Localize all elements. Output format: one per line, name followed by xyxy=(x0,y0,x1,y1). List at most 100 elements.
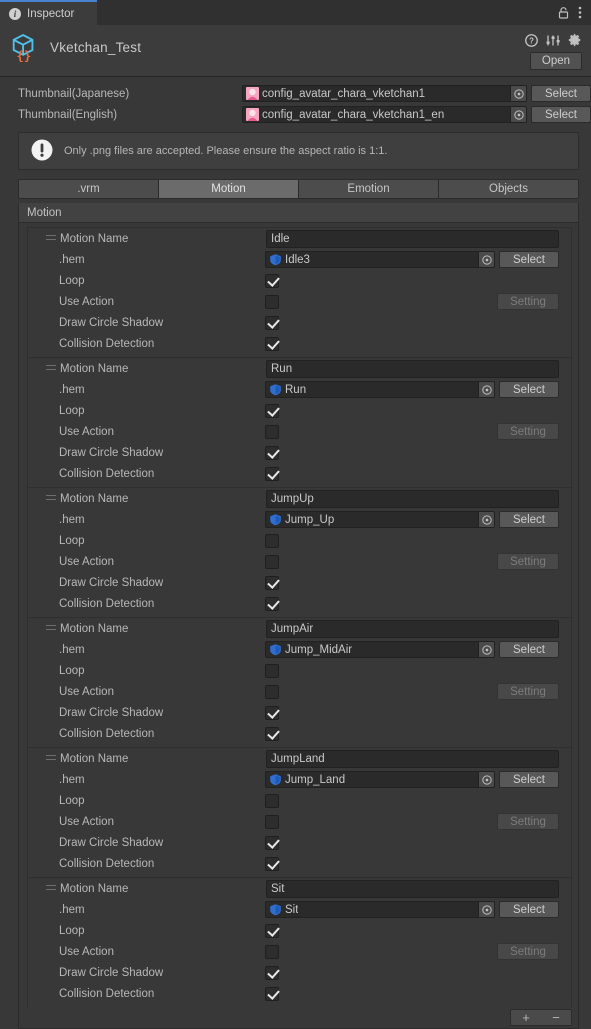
motion-name-input[interactable]: Idle xyxy=(266,229,559,248)
object-picker-icon[interactable] xyxy=(478,382,494,397)
lock-icon[interactable] xyxy=(558,6,569,19)
drag-handle-icon[interactable] xyxy=(46,364,59,373)
hem-select-button[interactable]: Select xyxy=(499,381,559,398)
collision-detection-label: Collision Detection xyxy=(59,857,155,870)
tab-vrm[interactable]: .vrm xyxy=(19,180,159,198)
setting-button[interactable]: Setting xyxy=(497,423,559,440)
tab-inspector-label: Inspector xyxy=(27,7,75,20)
hem-select-button[interactable]: Select xyxy=(499,641,559,658)
hem-value: Jump_Up xyxy=(285,513,335,526)
select-label: Select xyxy=(545,87,577,100)
use-action-row: Use Action Setting xyxy=(28,811,571,832)
object-picker-icon[interactable] xyxy=(478,772,494,787)
hem-objectfield[interactable]: Run xyxy=(265,381,495,398)
thumbnail-japanese-select-button[interactable]: Select xyxy=(531,85,591,102)
tab-objects[interactable]: Objects xyxy=(439,180,578,198)
hem-select-button[interactable]: Select xyxy=(499,901,559,918)
kebab-menu-icon[interactable] xyxy=(578,6,582,19)
collision-detection-checkbox[interactable] xyxy=(265,596,279,611)
collision-detection-checkbox[interactable] xyxy=(265,336,279,351)
setting-button[interactable]: Setting xyxy=(497,683,559,700)
collision-detection-checkbox[interactable] xyxy=(265,466,279,481)
object-picker-icon[interactable] xyxy=(478,902,494,917)
loop-checkbox[interactable] xyxy=(265,273,279,288)
draw-circle-shadow-checkbox[interactable] xyxy=(265,575,279,590)
drag-handle-icon[interactable] xyxy=(46,754,59,763)
thumbnail-english-row: Thumbnail(English) config_avatar_chara_v… xyxy=(0,104,591,125)
hem-select-button[interactable]: Select xyxy=(499,511,559,528)
draw-circle-shadow-checkbox[interactable] xyxy=(265,705,279,720)
motion-name-input[interactable]: Sit xyxy=(266,879,559,898)
hem-row: .hem Run Select xyxy=(28,379,571,400)
thumbnail-english-objectfield[interactable]: config_avatar_chara_vketchan1_en xyxy=(242,106,527,123)
loop-checkbox[interactable] xyxy=(265,923,279,938)
use-action-checkbox[interactable] xyxy=(265,684,279,699)
tab-inspector[interactable]: i Inspector xyxy=(0,0,97,25)
tab-emotion[interactable]: Emotion xyxy=(299,180,439,198)
draw-circle-shadow-checkbox[interactable] xyxy=(265,965,279,980)
animation-clip-icon xyxy=(270,514,281,526)
loop-checkbox[interactable] xyxy=(265,533,279,548)
hem-row: .hem Idle3 Select xyxy=(28,249,571,270)
drag-handle-icon[interactable] xyxy=(46,884,59,893)
motion-list-item: Motion Name JumpAir .hem Jump_MidAir Sel… xyxy=(27,617,572,747)
hem-objectfield[interactable]: Idle3 xyxy=(265,251,495,268)
collision-detection-checkbox[interactable] xyxy=(265,856,279,871)
object-picker-icon[interactable] xyxy=(510,107,526,122)
add-motion-button[interactable]: + xyxy=(511,1010,541,1025)
collision-detection-row: Collision Detection xyxy=(28,853,571,874)
use-action-checkbox[interactable] xyxy=(265,944,279,959)
hem-objectfield[interactable]: Jump_MidAir xyxy=(265,641,495,658)
use-action-checkbox[interactable] xyxy=(265,814,279,829)
motion-name-input[interactable]: Run xyxy=(266,359,559,378)
thumbnail-english-select-button[interactable]: Select xyxy=(531,106,591,123)
draw-circle-shadow-checkbox[interactable] xyxy=(265,835,279,850)
setting-button[interactable]: Setting xyxy=(497,293,559,310)
object-picker-icon[interactable] xyxy=(478,642,494,657)
motion-name-input[interactable]: JumpLand xyxy=(266,749,559,768)
object-picker-icon[interactable] xyxy=(478,512,494,527)
draw-circle-shadow-checkbox[interactable] xyxy=(265,445,279,460)
collision-detection-checkbox[interactable] xyxy=(265,726,279,741)
setting-button[interactable]: Setting xyxy=(497,553,559,570)
remove-motion-button[interactable]: − xyxy=(541,1010,571,1025)
object-picker-icon[interactable] xyxy=(510,86,526,101)
loop-label: Loop xyxy=(59,664,85,677)
motion-list-item: Motion Name Run .hem Run Select Loop Use… xyxy=(27,357,572,487)
use-action-row: Use Action Setting xyxy=(28,291,571,312)
open-button[interactable]: Open xyxy=(530,52,582,70)
hem-objectfield[interactable]: Sit xyxy=(265,901,495,918)
motion-name-input[interactable]: JumpAir xyxy=(266,619,559,638)
motion-name-label: Motion Name xyxy=(60,882,129,895)
use-action-checkbox[interactable] xyxy=(265,554,279,569)
hem-select-button[interactable]: Select xyxy=(499,771,559,788)
add-icon: + xyxy=(522,1010,530,1025)
use-action-checkbox[interactable] xyxy=(265,294,279,309)
hem-objectfield[interactable]: Jump_Land xyxy=(265,771,495,788)
motion-name-input[interactable]: JumpUp xyxy=(266,489,559,508)
collision-detection-checkbox[interactable] xyxy=(265,986,279,1001)
use-action-label: Use Action xyxy=(59,685,114,698)
draw-circle-shadow-checkbox[interactable] xyxy=(265,315,279,330)
help-icon[interactable]: ? xyxy=(525,33,538,47)
setting-button[interactable]: Setting xyxy=(497,813,559,830)
hem-row: .hem Jump_MidAir Select xyxy=(28,639,571,660)
loop-label: Loop xyxy=(59,404,85,417)
drag-handle-icon[interactable] xyxy=(46,494,59,503)
tab-motion[interactable]: Motion xyxy=(159,180,299,198)
drag-handle-icon[interactable] xyxy=(46,624,59,633)
loop-checkbox[interactable] xyxy=(265,403,279,418)
hem-objectfield[interactable]: Jump_Up xyxy=(265,511,495,528)
thumbnail-japanese-objectfield[interactable]: config_avatar_chara_vketchan1 xyxy=(242,85,527,102)
loop-checkbox[interactable] xyxy=(265,793,279,808)
gear-icon[interactable] xyxy=(568,33,582,47)
drag-handle-icon[interactable] xyxy=(46,234,59,243)
setting-button[interactable]: Setting xyxy=(497,943,559,960)
loop-checkbox[interactable] xyxy=(265,663,279,678)
hem-select-button[interactable]: Select xyxy=(499,251,559,268)
preset-sliders-icon[interactable] xyxy=(546,34,560,47)
object-picker-icon[interactable] xyxy=(478,252,494,267)
category-tabstrip-wrap: .vrm Motion Emotion Objects xyxy=(18,179,579,199)
use-action-checkbox[interactable] xyxy=(265,424,279,439)
use-action-label: Use Action xyxy=(59,815,114,828)
